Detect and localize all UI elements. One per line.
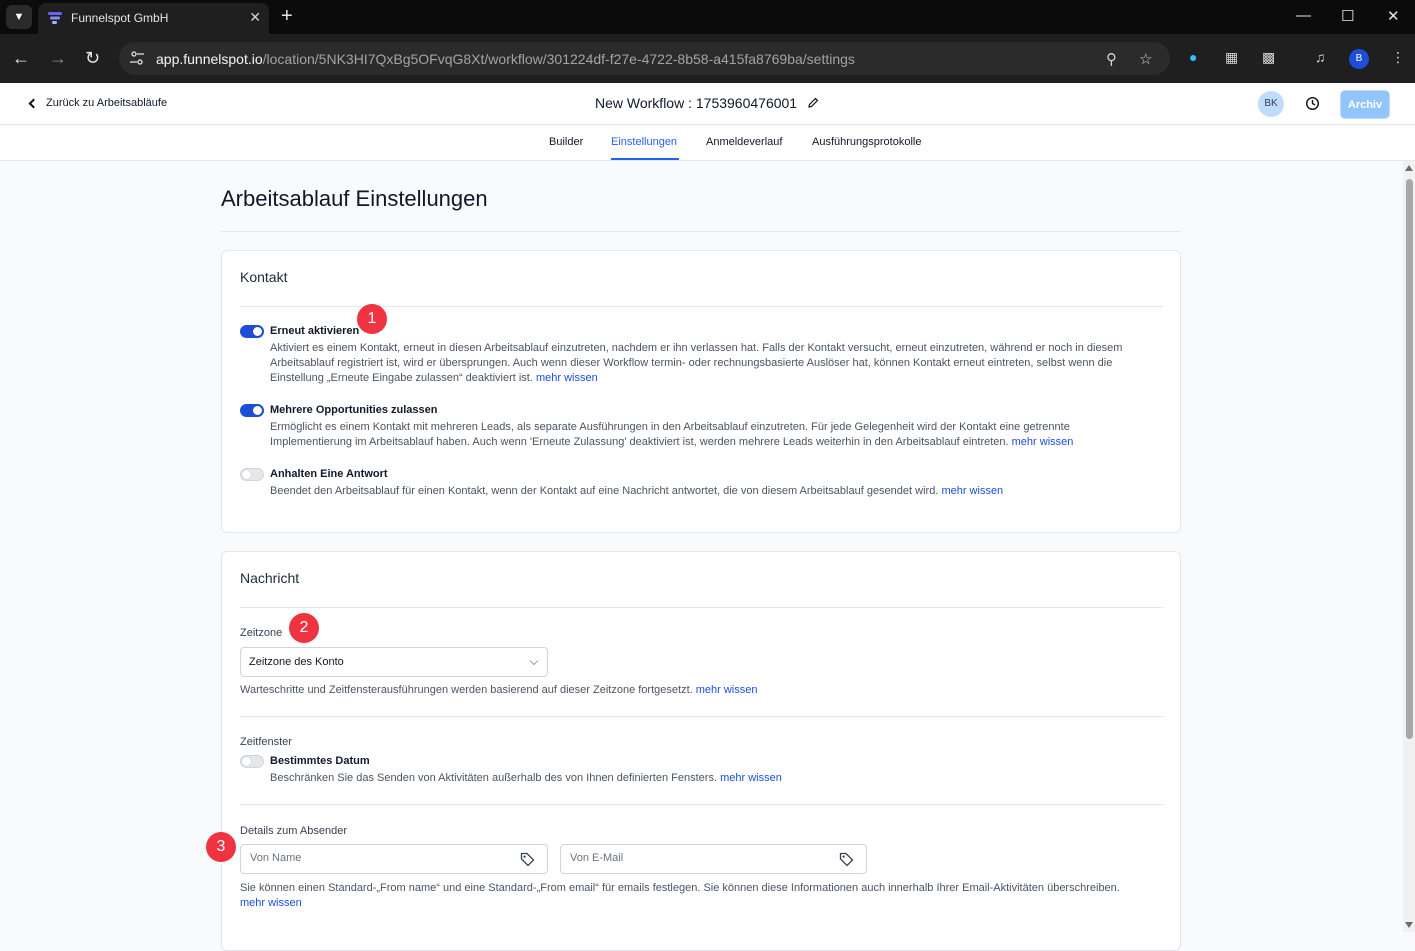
tag-icon[interactable] — [839, 852, 854, 867]
close-window-icon[interactable]: ✕ — [1387, 7, 1400, 25]
specific-date-learn-more-link[interactable]: mehr wissen — [720, 772, 782, 784]
puzzle-icon[interactable]: ▩ — [1262, 49, 1275, 66]
profile-avatar[interactable]: B — [1349, 49, 1369, 69]
scroll-down-icon[interactable] — [1405, 922, 1413, 928]
back-label: Zurück zu Arbeitsabläufe — [46, 97, 168, 109]
from-name-input[interactable] — [250, 852, 490, 864]
tab-builder[interactable]: Builder — [549, 136, 583, 148]
browser-tab-bar: ▼ Funnelspot GmbH ✕ + — ☐ ✕ — [0, 0, 1415, 34]
multiple-opportunities-title: Mehrere Opportunities zulassen — [270, 404, 438, 416]
timezone-learn-more-link[interactable]: mehr wissen — [696, 684, 758, 696]
stop-on-response-description: Beendet den Arbeitsablauf für einen Kont… — [270, 485, 1004, 497]
user-avatar[interactable]: BK — [1258, 91, 1284, 117]
timezone-select[interactable]: Zeitzone des Konto — [240, 647, 548, 677]
time-window-label: Zeitfenster — [240, 736, 292, 748]
divider — [240, 716, 1163, 717]
stop-on-response-toggle[interactable] — [240, 468, 264, 481]
reenter-title: Erneut aktivieren — [270, 325, 360, 337]
pencil-icon[interactable] — [807, 97, 819, 109]
tab-einstellungen[interactable]: Einstellungen — [611, 136, 677, 148]
sender-details-label: Details zum Absender — [240, 825, 347, 837]
tab-list-icon[interactable]: ▼ — [6, 5, 32, 29]
sender-help: Sie können einen Standard-„From name“ un… — [240, 882, 1120, 909]
close-tab-icon[interactable]: ✕ — [249, 9, 261, 26]
browser-toolbar: ← → ↻ app.funnelspot.io/location/5NK3HI7… — [0, 34, 1415, 83]
active-tab-indicator — [611, 158, 679, 160]
stop-on-response-title: Anhalten Eine Antwort — [270, 468, 388, 480]
multiple-opportunities-description: Ermöglicht es einem Kontakt mit mehreren… — [270, 421, 1074, 448]
from-name-field[interactable] — [240, 844, 548, 874]
history-icon[interactable] — [1305, 96, 1320, 111]
divider — [240, 804, 1163, 805]
annotation-badge-3: 3 — [206, 832, 236, 862]
funnelspot-favicon — [48, 12, 62, 24]
from-email-input[interactable] — [570, 852, 810, 864]
timezone-help: Warteschritte und Zeitfensterausführunge… — [240, 684, 758, 696]
timezone-value: Zeitzone des Konto — [249, 656, 344, 668]
chevron-left-icon — [28, 98, 39, 108]
multiple-opportunities-toggle[interactable] — [240, 404, 264, 417]
minimize-icon[interactable]: — — [1296, 7, 1311, 24]
forward-icon[interactable]: → — [49, 48, 67, 68]
media-icon[interactable]: ♫ — [1315, 49, 1326, 65]
annotation-badge-2: 2 — [289, 613, 319, 643]
kontakt-heading: Kontakt — [240, 269, 288, 285]
nachricht-heading: Nachricht — [240, 570, 300, 586]
from-email-field[interactable] — [560, 844, 867, 874]
workflow-title-text: New Workflow : 1753960476001 — [595, 95, 798, 111]
divider — [240, 607, 1163, 608]
page-title: Arbeitsablauf Einstellungen — [221, 186, 488, 211]
archive-button[interactable]: Archiv — [1340, 90, 1390, 119]
annotation-badge-1: 1 — [357, 304, 387, 334]
browser-tab[interactable]: Funnelspot GmbH ✕ — [38, 3, 269, 34]
menu-icon[interactable]: ⋮ — [1391, 49, 1405, 66]
new-tab-icon[interactable]: + — [281, 5, 293, 27]
address-bar[interactable]: app.funnelspot.io/location/5NK3HI7QxBg5O… — [119, 42, 1170, 75]
specific-date-title: Bestimmtes Datum — [270, 755, 370, 767]
multiple-opportunities-learn-more-link[interactable]: mehr wissen — [1012, 436, 1074, 448]
url-text: app.funnelspot.io/location/5NK3HI7QxBg5O… — [156, 51, 855, 67]
bookmark-star-icon[interactable]: ☆ — [1139, 50, 1152, 68]
workflow-title: New Workflow : 1753960476001 — [595, 95, 819, 111]
tab-anmeldeverlauf[interactable]: Anmeldeverlauf — [706, 136, 782, 148]
workflow-tabs: Builder Einstellungen Anmeldeverlauf Aus… — [0, 125, 1415, 161]
app-header: Zurück zu Arbeitsabläufe New Workflow : … — [0, 83, 1415, 125]
site-settings-icon[interactable] — [129, 50, 145, 66]
devtools-icon[interactable]: ▦ — [1225, 49, 1238, 66]
page-scrollbar[interactable] — [1403, 161, 1415, 932]
tag-icon[interactable] — [520, 852, 535, 867]
extension-icon[interactable]: ● — [1189, 49, 1197, 65]
reenter-toggle[interactable] — [240, 325, 264, 338]
reenter-learn-more-link[interactable]: mehr wissen — [536, 372, 598, 384]
back-to-workflows-link[interactable]: Zurück zu Arbeitsabläufe — [28, 97, 168, 109]
specific-date-toggle[interactable] — [240, 755, 264, 768]
scrollbar-thumb[interactable] — [1406, 179, 1413, 739]
tab-title: Funnelspot GmbH — [71, 11, 169, 25]
tab-ausfuehrungsprotokolle[interactable]: Ausführungsprotokolle — [812, 136, 921, 148]
zoom-icon[interactable]: ⚲ — [1106, 50, 1117, 68]
stop-on-response-learn-more-link[interactable]: mehr wissen — [941, 485, 1003, 497]
sender-learn-more-link[interactable]: mehr wissen — [240, 897, 302, 909]
back-icon[interactable]: ← — [12, 48, 30, 68]
timezone-label: Zeitzone — [240, 627, 283, 639]
specific-date-description: Beschränken Sie das Senden von Aktivität… — [270, 772, 782, 784]
kontakt-card: Kontakt Erneut aktivieren Aktiviert es e… — [221, 250, 1181, 533]
reenter-description: Aktiviert es einem Kontakt, erneut in di… — [270, 342, 1123, 384]
scroll-up-icon[interactable] — [1405, 165, 1413, 171]
nachricht-card: Nachricht Zeitzone Zeitzone des Konto Wa… — [221, 551, 1181, 951]
chevron-down-icon — [529, 656, 539, 666]
maximize-icon[interactable]: ☐ — [1341, 7, 1354, 25]
title-divider — [221, 231, 1181, 232]
reload-icon[interactable]: ↻ — [85, 48, 100, 68]
